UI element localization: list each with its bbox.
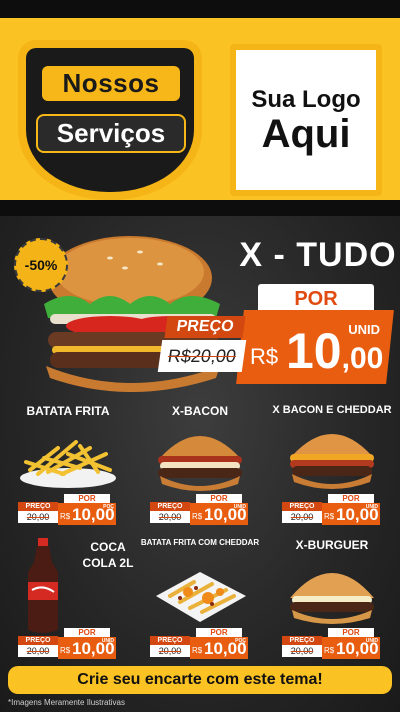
price-tag: POR PREÇO 20,00 R$ 10,00 UNID bbox=[148, 494, 252, 530]
header-banner: Nossos Serviços Sua Logo Aqui bbox=[0, 0, 400, 216]
logo-text-line2: Aqui bbox=[261, 112, 351, 156]
price-tag: POR PREÇO 20,00 R$ 10,00 POÇ bbox=[16, 494, 120, 530]
burger-image bbox=[290, 434, 374, 489]
product-card-batata-frita[interactable]: BATATA FRITA POR PREÇO 20,00 R$ 10,00 PO… bbox=[4, 404, 132, 530]
product-name: BATATA FRITA COM CHEDDAR bbox=[140, 538, 260, 547]
hero-price-cents: ,00 bbox=[341, 342, 384, 375]
hero-price-value: 10,00 bbox=[286, 326, 383, 376]
hero-currency: R$ bbox=[250, 344, 279, 369]
unit-label: UNID bbox=[101, 638, 114, 644]
old-price: 20,00 bbox=[18, 511, 58, 523]
burger-image bbox=[290, 573, 374, 624]
price-tag: POR PREÇO 20,00 R$ 10,00 UNID bbox=[16, 628, 120, 664]
old-price: 20,00 bbox=[150, 511, 190, 523]
hero-price-main: 10 bbox=[286, 323, 342, 379]
product-name-coca-cola: COCA COLA 2L bbox=[82, 540, 134, 570]
hero-old-price-box: R$20,00 bbox=[157, 340, 247, 372]
preco-label: PREÇO bbox=[282, 502, 322, 511]
services-badge: Nossos Serviços bbox=[18, 40, 202, 200]
currency: R$ bbox=[192, 646, 203, 655]
hero-price-tag: UNID R$ 10,00 bbox=[246, 310, 386, 384]
preco-label: PREÇO bbox=[18, 636, 58, 645]
unit-label: POÇ bbox=[235, 638, 246, 644]
price-box: R$ 10,00 UNID bbox=[322, 503, 380, 525]
discount-badge: -50% bbox=[14, 238, 68, 292]
price-box: R$ 10,00 POÇ bbox=[58, 503, 116, 525]
hero-preco-label: PREÇO bbox=[164, 316, 246, 338]
old-price: 20,00 bbox=[150, 645, 190, 657]
cta-banner[interactable]: Crie seu encarte com este tema! bbox=[8, 666, 392, 694]
price-tag: POR PREÇO 20,00 R$ 10,00 POÇ bbox=[148, 628, 252, 664]
header-top-stripe bbox=[0, 0, 400, 18]
badge-title-line1: Nossos bbox=[42, 66, 180, 101]
fries-image bbox=[20, 440, 116, 488]
price-tag: POR PREÇO 20,00 R$ 10,00 UNID bbox=[280, 628, 384, 664]
product-name: X-BACON bbox=[172, 404, 228, 418]
product-name: X-BURGUER bbox=[295, 538, 369, 552]
cheddar-fries-image bbox=[156, 572, 246, 622]
unit-label: UNID bbox=[365, 504, 378, 510]
currency: R$ bbox=[60, 646, 71, 655]
unit-label: POÇ bbox=[103, 504, 114, 510]
preco-label: PREÇO bbox=[150, 502, 190, 511]
product-card-batata-cheddar[interactable]: BATATA FRITA COM CHEDDAR POR PREÇO 20,00… bbox=[136, 538, 264, 664]
hero-old-price: R$20,00 bbox=[166, 346, 238, 366]
unit-label: UNID bbox=[365, 638, 378, 644]
header-bottom-stripe bbox=[0, 200, 400, 216]
product-card-x-bacon[interactable]: X-BACON POR PREÇO 20,00 R$ 10,00 UNID bbox=[136, 404, 264, 530]
preco-label: PREÇO bbox=[18, 502, 58, 511]
hero-product-title: X - TUDO bbox=[239, 236, 397, 274]
old-price: 20,00 bbox=[282, 645, 322, 657]
logo-placeholder: Sua Logo Aqui bbox=[230, 44, 382, 196]
old-price: 20,00 bbox=[282, 511, 322, 523]
menu-panel: -50% X - TUDO POR UNID R$ 10,00 PREÇO R$… bbox=[0, 216, 400, 712]
currency: R$ bbox=[192, 512, 203, 521]
logo-text-line1: Sua Logo bbox=[251, 86, 361, 113]
burger-image bbox=[158, 436, 242, 491]
badge-title-line2: Serviços bbox=[36, 114, 186, 153]
preco-label: PREÇO bbox=[150, 636, 190, 645]
product-card-x-bacon-cheddar[interactable]: X BACON E CHEDDAR POR PREÇO 20,00 R$ 10,… bbox=[268, 404, 396, 530]
currency: R$ bbox=[324, 646, 335, 655]
soda-bottle-image bbox=[28, 538, 58, 633]
price-tag: POR PREÇO 20,00 R$ 10,00 UNID bbox=[280, 494, 384, 530]
disclaimer-text: *Imagens Meramente Ilustrativas bbox=[8, 698, 125, 707]
price-box: R$ 10,00 UNID bbox=[322, 637, 380, 659]
product-card-x-burguer[interactable]: X-BURGUER POR PREÇO 20,00 R$ 10,00 UNID bbox=[268, 538, 396, 664]
price-box: R$ 10,00 UNID bbox=[58, 637, 116, 659]
product-name: BATATA FRITA bbox=[26, 404, 110, 418]
currency: R$ bbox=[60, 512, 71, 521]
price-box: R$ 10,00 UNID bbox=[190, 503, 248, 525]
currency: R$ bbox=[324, 512, 335, 521]
price-box: R$ 10,00 POÇ bbox=[190, 637, 248, 659]
unit-label: UNID bbox=[233, 504, 246, 510]
preco-label: PREÇO bbox=[282, 636, 322, 645]
product-name: X BACON E CHEDDAR bbox=[272, 404, 392, 416]
old-price: 20,00 bbox=[18, 645, 58, 657]
